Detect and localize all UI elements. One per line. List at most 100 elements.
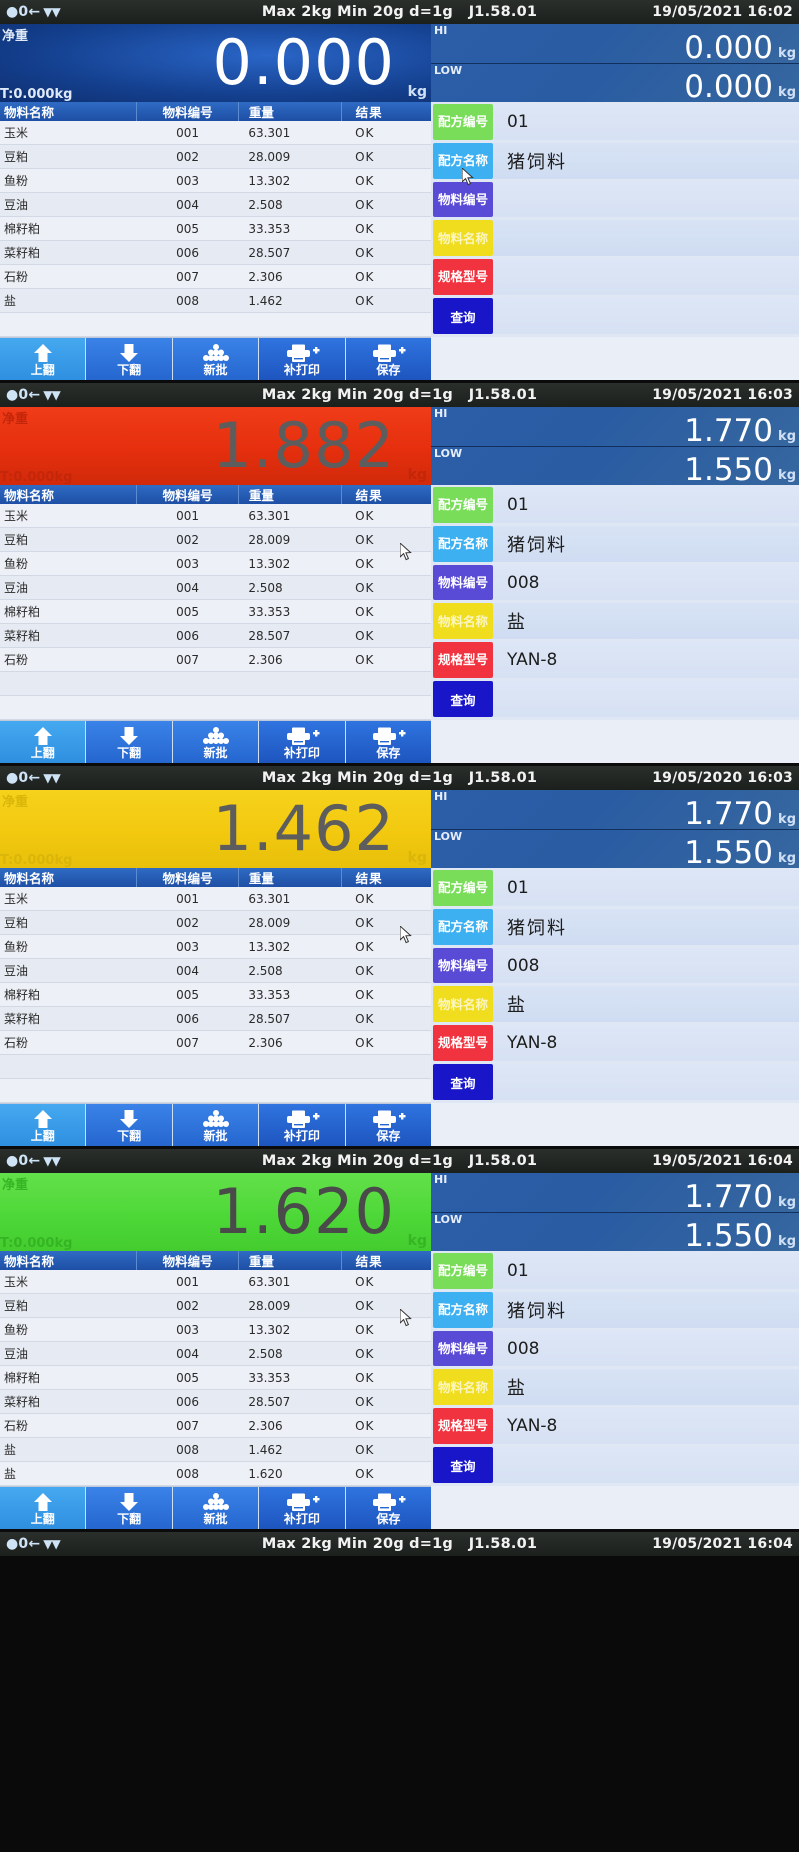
toolbar-button-3[interactable]: 新批 bbox=[172, 338, 260, 380]
table-row[interactable]: 豆油 004 2.508 OK bbox=[0, 1341, 431, 1366]
toolbar-button-3[interactable]: 新批 bbox=[172, 1104, 260, 1146]
field-value-3[interactable] bbox=[493, 181, 799, 218]
table-row[interactable]: 石粉 007 2.306 OK bbox=[0, 1030, 431, 1055]
toolbar-button-1[interactable]: 上翻 bbox=[0, 338, 87, 380]
table-row[interactable]: 棉籽粕 005 33.353 OK bbox=[0, 599, 431, 624]
table-row[interactable]: 玉米 001 63.301 OK bbox=[0, 1270, 431, 1294]
query-button[interactable]: 查询 bbox=[433, 298, 493, 334]
field-value-1[interactable]: 01 bbox=[493, 104, 799, 140]
toolbar-button-4[interactable]: 补打印 bbox=[259, 338, 346, 380]
field-label-5[interactable]: 规格型号 bbox=[433, 1025, 493, 1062]
field-label-1[interactable]: 配方编号 bbox=[433, 104, 493, 140]
table-row[interactable]: 盐 008 1.462 OK bbox=[0, 1437, 431, 1462]
toolbar-button-5[interactable]: 保存 bbox=[345, 1487, 432, 1529]
table-row[interactable]: 鱼粉 003 13.302 OK bbox=[0, 168, 431, 193]
arrow-down-icon bbox=[118, 1109, 140, 1129]
field-value-3[interactable]: 008 bbox=[493, 947, 799, 984]
table-row[interactable]: 棉籽粕 005 33.353 OK bbox=[0, 216, 431, 241]
table-row[interactable]: 玉米 001 63.301 OK bbox=[0, 121, 431, 145]
field-value-4[interactable]: 盐 bbox=[493, 986, 799, 1023]
toolbar-button-4[interactable]: 补打印 bbox=[259, 1104, 346, 1146]
field-value-1[interactable]: 01 bbox=[493, 870, 799, 906]
toolbar-button-1[interactable]: 上翻 bbox=[0, 1104, 87, 1146]
field-label-3[interactable]: 物料编号 bbox=[433, 564, 493, 601]
field-value-2[interactable]: 猪饲料 bbox=[493, 1291, 799, 1328]
cell-material-code: 004 bbox=[136, 575, 239, 600]
toolbar-button-5[interactable]: 保存 bbox=[345, 721, 432, 763]
field-value-5[interactable]: YAN-8 bbox=[493, 1025, 799, 1062]
table-row[interactable]: 玉米 001 63.301 OK bbox=[0, 887, 431, 911]
toolbar-button-2[interactable]: 下翻 bbox=[86, 1104, 173, 1146]
toolbar-button-4[interactable]: 补打印 bbox=[259, 721, 346, 763]
toolbar-button-1[interactable]: 上翻 bbox=[0, 721, 87, 763]
field-label-5[interactable]: 规格型号 bbox=[433, 1408, 493, 1445]
table-row[interactable]: 玉米 001 63.301 OK bbox=[0, 504, 431, 528]
toolbar-button-2[interactable]: 下翻 bbox=[86, 1487, 173, 1529]
table-row[interactable]: 鱼粉 003 13.302 OK bbox=[0, 1317, 431, 1342]
query-button[interactable]: 查询 bbox=[433, 681, 493, 717]
field-value-5[interactable]: YAN-8 bbox=[493, 642, 799, 679]
field-value-4[interactable]: 盐 bbox=[493, 1369, 799, 1406]
field-label-1[interactable]: 配方编号 bbox=[433, 870, 493, 906]
field-label-3[interactable]: 物料编号 bbox=[433, 181, 493, 218]
field-label-4[interactable]: 物料名称 bbox=[433, 1369, 493, 1406]
toolbar-button-1[interactable]: 上翻 bbox=[0, 1487, 87, 1529]
field-value-1[interactable]: 01 bbox=[493, 487, 799, 523]
toolbar-button-5[interactable]: 保存 bbox=[345, 1104, 432, 1146]
field-label-4[interactable]: 物料名称 bbox=[433, 603, 493, 640]
query-button[interactable]: 查询 bbox=[433, 1447, 493, 1483]
query-button[interactable]: 查询 bbox=[433, 1064, 493, 1100]
table-row[interactable]: 豆粕 002 28.009 OK bbox=[0, 1293, 431, 1318]
table-row[interactable]: 豆粕 002 28.009 OK bbox=[0, 144, 431, 169]
toolbar-button-4[interactable]: 补打印 bbox=[259, 1487, 346, 1529]
toolbar-button-2[interactable]: 下翻 bbox=[86, 338, 173, 380]
field-label-2[interactable]: 配方名称 bbox=[433, 908, 493, 945]
toolbar-button-3[interactable]: 新批 bbox=[172, 1487, 260, 1529]
field-value-4[interactable] bbox=[493, 220, 799, 257]
field-label-3[interactable]: 物料编号 bbox=[433, 947, 493, 984]
table-row[interactable]: 石粉 007 2.306 OK bbox=[0, 1413, 431, 1438]
table-row-empty bbox=[0, 1078, 431, 1103]
table-row[interactable]: 菜籽粕 006 28.507 OK bbox=[0, 623, 431, 648]
table-row[interactable]: 棉籽粕 005 33.353 OK bbox=[0, 982, 431, 1007]
table-row[interactable]: 菜籽粕 006 28.507 OK bbox=[0, 1389, 431, 1414]
toolbar-button-2[interactable]: 下翻 bbox=[86, 721, 173, 763]
field-value-4[interactable]: 盐 bbox=[493, 603, 799, 640]
field-label-1[interactable]: 配方编号 bbox=[433, 487, 493, 523]
field-value-2[interactable]: 猪饲料 bbox=[493, 525, 799, 562]
table-row[interactable]: 鱼粉 003 13.302 OK bbox=[0, 934, 431, 959]
table-row[interactable]: 盐 008 1.620 OK bbox=[0, 1461, 431, 1486]
field-value-5[interactable]: YAN-8 bbox=[493, 1408, 799, 1445]
table-row[interactable]: 盐 008 1.462 OK bbox=[0, 288, 431, 313]
field-label-1[interactable]: 配方编号 bbox=[433, 1253, 493, 1289]
table-row[interactable]: 菜籽粕 006 28.507 OK bbox=[0, 1006, 431, 1031]
field-label-4[interactable]: 物料名称 bbox=[433, 220, 493, 257]
table-row[interactable]: 棉籽粕 005 33.353 OK bbox=[0, 1365, 431, 1390]
field-label-2[interactable]: 配方名称 bbox=[433, 1291, 493, 1328]
field-label-5[interactable]: 规格型号 bbox=[433, 259, 493, 296]
field-label-3[interactable]: 物料编号 bbox=[433, 1330, 493, 1367]
table-row[interactable]: 豆油 004 2.508 OK bbox=[0, 575, 431, 600]
field-label-5[interactable]: 规格型号 bbox=[433, 642, 493, 679]
cell-result: OK bbox=[341, 982, 431, 1007]
toolbar-button-3[interactable]: 新批 bbox=[172, 721, 260, 763]
table-row[interactable]: 豆油 004 2.508 OK bbox=[0, 958, 431, 983]
table-row[interactable]: 菜籽粕 006 28.507 OK bbox=[0, 240, 431, 265]
table-row[interactable]: 石粉 007 2.306 OK bbox=[0, 647, 431, 672]
field-value-2[interactable]: 猪饲料 bbox=[493, 908, 799, 945]
table-row[interactable]: 鱼粉 003 13.302 OK bbox=[0, 551, 431, 576]
toolbar-button-5[interactable]: 保存 bbox=[345, 338, 432, 380]
table-row[interactable]: 石粉 007 2.306 OK bbox=[0, 264, 431, 289]
field-label-2[interactable]: 配方名称 bbox=[433, 142, 493, 179]
table-row[interactable]: 豆粕 002 28.009 OK bbox=[0, 527, 431, 552]
field-value-5[interactable] bbox=[493, 259, 799, 296]
field-value-1[interactable]: 01 bbox=[493, 1253, 799, 1289]
table-row[interactable]: 豆油 004 2.508 OK bbox=[0, 192, 431, 217]
field-label-4[interactable]: 物料名称 bbox=[433, 986, 493, 1023]
field-value-3[interactable]: 008 bbox=[493, 1330, 799, 1367]
field-label-2[interactable]: 配方名称 bbox=[433, 525, 493, 562]
table-row[interactable]: 豆粕 002 28.009 OK bbox=[0, 910, 431, 935]
field-value-3[interactable]: 008 bbox=[493, 564, 799, 601]
toolbar-button-label: 下翻 bbox=[117, 1128, 142, 1143]
field-value-2[interactable]: 猪饲料 bbox=[493, 142, 799, 179]
